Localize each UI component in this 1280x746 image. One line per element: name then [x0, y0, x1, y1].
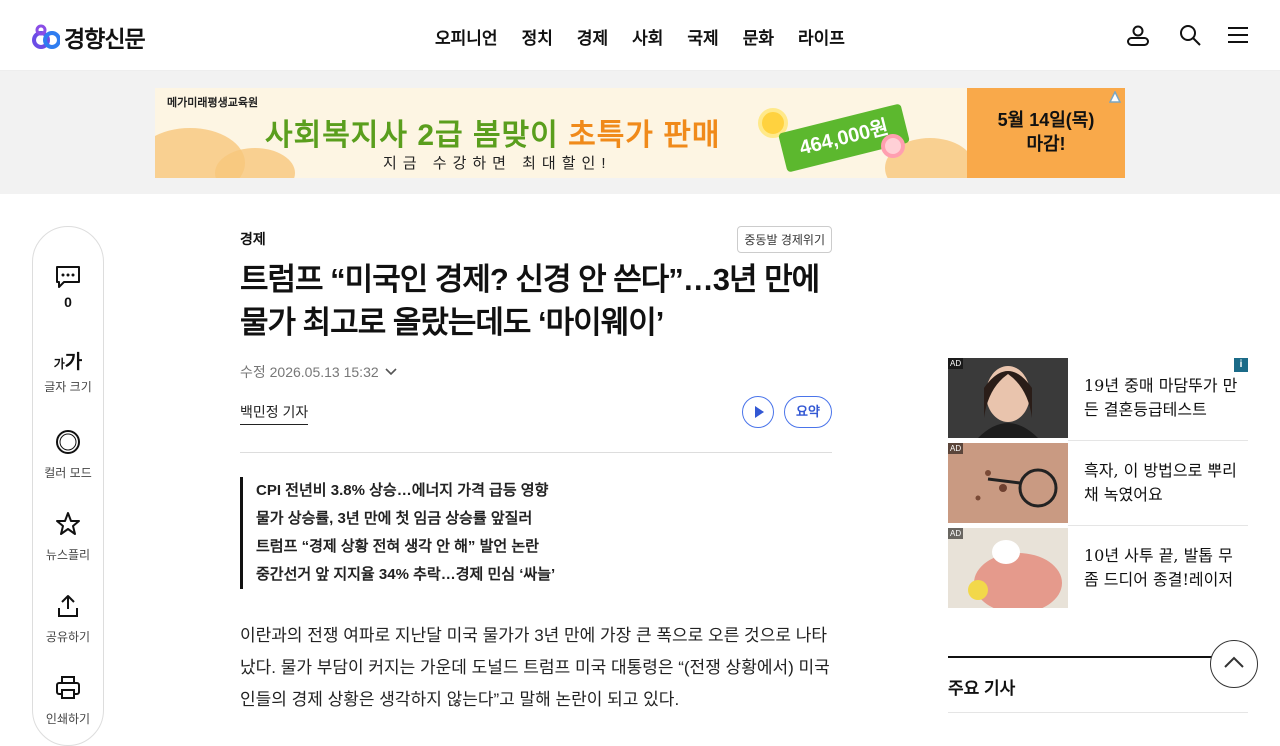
font-size-button[interactable]: 가가 글자 크기 — [33, 347, 103, 395]
user-icon[interactable] — [1126, 23, 1150, 47]
nav-culture[interactable]: 문화 — [743, 24, 774, 49]
highlight-item: 트럼프 “경제 상황 전혀 생각 안 해” 발언 논란 — [256, 538, 539, 555]
main-news-heading: 주요 기사 — [948, 679, 1016, 698]
color-mode-icon — [56, 430, 80, 454]
nav-international[interactable]: 국제 — [687, 24, 718, 49]
highlight-item: 중간선거 앞 지지율 34% 추락…경제 민심 ‘싸늘’ — [256, 566, 556, 583]
chevron-down-icon — [385, 368, 397, 376]
ad-thumbnail: AD — [948, 358, 1068, 438]
highlight-item: CPI 전년비 3.8% 상승…에너지 가격 급등 영향 — [256, 482, 549, 499]
site-logo[interactable]: 경향신문 — [32, 20, 146, 54]
article-body-paragraph: 이란과의 전쟁 여파로 지난달 미국 물가가 3년 만에 가장 큰 폭으로 오른… — [240, 626, 830, 709]
ad-banner[interactable]: 메가미래평생교육원 사회복지사 2급 봄맞이 초특가 판매 지금 수강하면 최대… — [155, 88, 1125, 178]
ad-item[interactable]: AD 19년 중매 마담뚜가 만든 결혼등급테스트 — [948, 358, 1248, 441]
nav-economy[interactable]: 경제 — [577, 24, 608, 49]
logo-text: 경향신문 — [64, 26, 146, 52]
ad-headline-accent: 초특가 판매 — [568, 119, 721, 152]
dateline-text: 수정 2026.05.13 15:32 — [240, 364, 379, 380]
main-nav: 오피니언 정치 경제 사회 국제 문화 라이프 — [435, 24, 845, 49]
ad-item[interactable]: AD 10년 사투 끝, 발톱 무좀 드디어 종결!레이저 — [948, 528, 1248, 608]
comment-count: 0 — [64, 294, 72, 310]
ad-item[interactable]: AD 흑자, 이 방법으로 뿌리채 녹였어요 — [948, 443, 1248, 526]
ad-headline-main: 사회복지사 2급 봄맞이 — [265, 119, 569, 152]
ad-thumbnail: AD — [948, 528, 1068, 608]
nav-opinion[interactable]: 오피니언 — [435, 24, 498, 49]
series-tag[interactable]: 중동발 경제위기 — [737, 226, 832, 253]
ad-deadline-label: 마감! — [1026, 134, 1066, 154]
article-tool-rail: 0 가가 글자 크기 컬러 모드 뉴스플리 공유하기 인쇄하기 — [32, 226, 104, 746]
site-header: 경향신문 오피니언 정치 경제 사회 국제 문화 라이프 — [0, 0, 1280, 71]
play-icon — [755, 406, 764, 418]
divider — [948, 712, 1248, 713]
article-dateline[interactable]: 수정 2026.05.13 15:32 — [240, 362, 397, 382]
ad-headline: 흑자, 이 방법으로 뿌리채 녹였어요 — [1084, 461, 1237, 504]
nav-life[interactable]: 라이프 — [798, 24, 845, 49]
share-button[interactable]: 공유하기 — [33, 593, 103, 645]
search-icon[interactable] — [1178, 23, 1202, 47]
section-label[interactable]: 경제 — [240, 229, 266, 249]
menu-icon[interactable] — [1226, 23, 1250, 47]
ad-headline: 사회복지사 2급 봄맞이 초특가 판매 — [265, 110, 720, 154]
flower-icon — [881, 134, 905, 158]
audio-play-button[interactable] — [742, 396, 774, 428]
ad-thumbnail: AD — [948, 443, 1068, 523]
logo-mark-icon — [32, 24, 60, 49]
newsply-button[interactable]: 뉴스플리 — [33, 511, 103, 563]
ad-deadline: 5월 14일(목) 마감! — [967, 88, 1125, 178]
nav-politics[interactable]: 정치 — [522, 24, 553, 49]
comments-button[interactable]: 0 — [33, 265, 103, 310]
article-highlights: CPI 전년비 3.8% 상승…에너지 가격 급등 영향 물가 상승률, 3년 … — [240, 477, 555, 589]
star-icon — [56, 512, 80, 535]
ad-badge: AD — [948, 528, 964, 539]
ad-headline: 10년 사투 끝, 발톱 무좀 드디어 종결!레이저 — [1084, 546, 1234, 589]
article-title: 트럼프 “미국인 경제? 신경 안 쓴다”…3년 만에 물가 최고로 올랐는데도… — [240, 262, 820, 340]
font-size-icon: 가가 — [33, 347, 103, 374]
ad-badge: AD — [948, 358, 964, 369]
font-size-glyph-large: 가 — [64, 352, 83, 373]
divider — [1068, 525, 1248, 526]
top-ad-area: 메가미래평생교육원 사회복지사 2급 봄맞이 초특가 판매 지금 수강하면 최대… — [0, 71, 1280, 194]
scroll-to-top-button[interactable] — [1210, 640, 1258, 688]
comment-icon — [56, 266, 80, 288]
divider — [1068, 440, 1248, 441]
highlight-item: 물가 상승률, 3년 만에 첫 임금 상승률 앞질러 — [256, 510, 533, 527]
ad-badge: AD — [948, 443, 964, 454]
summary-button[interactable]: 요약 — [784, 396, 832, 428]
ad-deadline-date: 5월 14일(목) — [997, 110, 1095, 130]
color-mode-label: 컬러 모드 — [44, 466, 92, 480]
chevron-up-icon — [1224, 656, 1244, 668]
font-size-label: 글자 크기 — [44, 380, 92, 394]
print-label: 인쇄하기 — [45, 712, 91, 726]
ad-subline: 지금 수강하면 최대할인! — [383, 155, 612, 172]
share-label: 공유하기 — [45, 630, 91, 644]
divider — [240, 452, 832, 453]
color-mode-button[interactable]: 컬러 모드 — [33, 429, 103, 481]
author-byline[interactable]: 백민정 기자 — [240, 402, 309, 425]
share-icon — [58, 595, 78, 617]
print-button[interactable]: 인쇄하기 — [33, 675, 103, 727]
ad-brand: 메가미래평생교육원 — [167, 97, 259, 109]
ad-headline: 19년 중매 마담뚜가 만든 결혼등급테스트 — [1084, 376, 1238, 419]
divider — [948, 656, 1248, 658]
newsply-label: 뉴스플리 — [45, 548, 91, 562]
nav-society[interactable]: 사회 — [632, 24, 663, 49]
print-icon — [56, 676, 80, 699]
adchoices-icon[interactable] — [1109, 91, 1121, 103]
font-size-glyph-small: 가 — [53, 357, 65, 371]
